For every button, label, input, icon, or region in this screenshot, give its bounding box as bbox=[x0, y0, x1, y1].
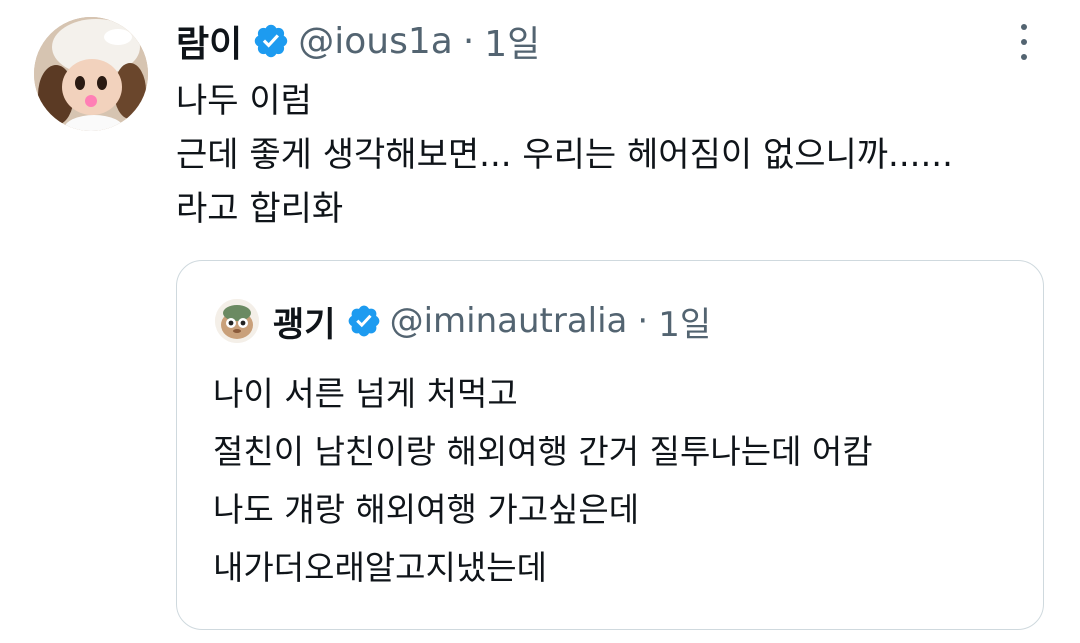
quoted-timestamp[interactable]: 1일 bbox=[658, 297, 711, 346]
doll-avatar-icon bbox=[34, 17, 148, 131]
character-avatar-icon bbox=[215, 299, 259, 343]
quoted-text-line: 나이 서른 넘게 처먹고 bbox=[213, 374, 518, 413]
tweet-text-line: 나두 이럼 bbox=[176, 81, 312, 121]
user-handle[interactable]: @ious1a bbox=[298, 21, 453, 62]
quoted-tweet-card[interactable]: 괭기 @iminautralia · 1일 나이 서른 넘게 처먹고 절친이 남… bbox=[176, 260, 1044, 630]
user-avatar[interactable] bbox=[34, 17, 148, 131]
quoted-text-line: 절친이 남친이랑 해외여행 간거 질투나는데 어캄 bbox=[213, 432, 873, 471]
display-name[interactable]: 람이 bbox=[176, 15, 242, 67]
quoted-text-line: 나도 걔랑 해외여행 가고싶은데 bbox=[213, 490, 640, 529]
quoted-tweet-header: 괭기 @iminautralia · 1일 bbox=[215, 295, 711, 347]
timestamp[interactable]: 1일 bbox=[484, 15, 540, 67]
separator-dot: · bbox=[637, 301, 649, 341]
more-vertical-icon[interactable] bbox=[1010, 24, 1038, 60]
separator-dot: · bbox=[462, 20, 475, 62]
quoted-user-avatar bbox=[215, 299, 259, 343]
quoted-display-name[interactable]: 괭기 bbox=[273, 297, 336, 346]
tweet-text-line: 라고 합리화 bbox=[176, 189, 344, 229]
tweet[interactable]: 람이 @ious1a · 1일 나두 이럼 근데 좋게 생각해보면... 우리는… bbox=[0, 0, 1080, 643]
tweet-text: 나두 이럼 근데 좋게 생각해보면... 우리는 헤어짐이 없으니까......… bbox=[176, 74, 1056, 236]
verified-badge-icon bbox=[348, 305, 379, 337]
tweet-text-line: 근데 좋게 생각해보면... 우리는 헤어짐이 없으니까...... bbox=[176, 135, 953, 175]
quoted-user-handle[interactable]: @iminautralia bbox=[390, 301, 628, 341]
quoted-text-line: 내가더오래알고지냈는데 bbox=[213, 548, 547, 587]
quoted-tweet-text: 나이 서른 넘게 처먹고 절친이 남친이랑 해외여행 간거 질투나는데 어캄 나… bbox=[213, 365, 1013, 597]
verified-badge-icon bbox=[255, 24, 288, 58]
tweet-header: 람이 @ious1a · 1일 bbox=[176, 14, 540, 68]
